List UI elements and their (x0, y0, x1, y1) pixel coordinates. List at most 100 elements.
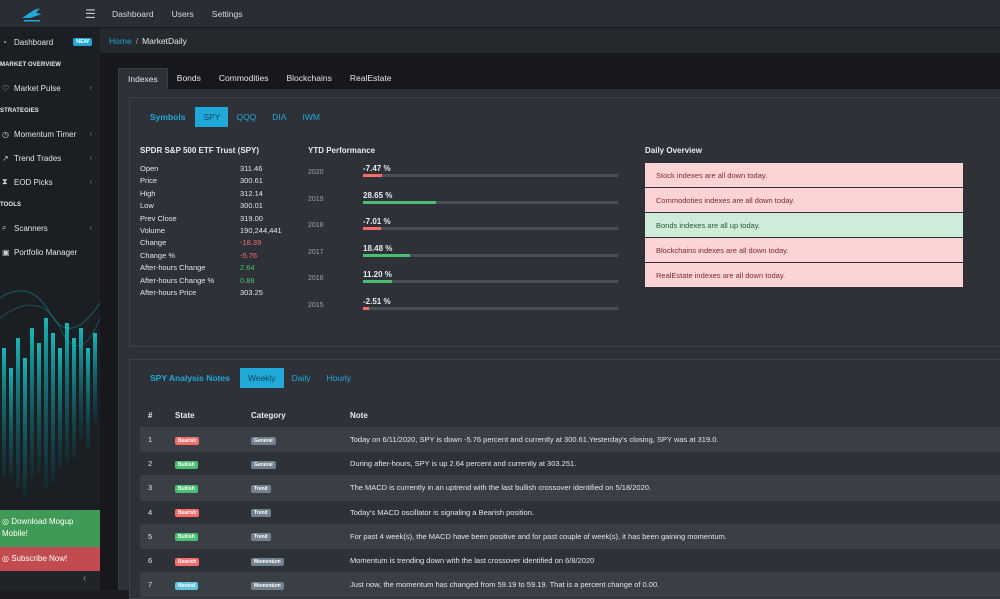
stat-row: Low 300.01 (140, 201, 275, 213)
new-badge: NEW (73, 38, 92, 46)
period-pill-weekly[interactable]: Weekly (239, 368, 284, 388)
stat-value: 300.61 (240, 176, 263, 186)
table-row[interactable]: 7 Neutral Momentum Just now, the momentum h… (140, 573, 1000, 598)
sidebar-header-strategies: STRATEGIES (0, 108, 39, 114)
stat-key: Prev Close (140, 213, 177, 223)
row-num: 5 (148, 531, 153, 541)
row-category: Trend (251, 531, 350, 542)
chevron-left-icon: ‹ (89, 224, 92, 232)
category-badge: Momentum (251, 557, 284, 566)
chevron-left-icon[interactable]: ‹ (83, 573, 86, 584)
ytd-progress-fill (363, 227, 381, 231)
chevron-left-icon: ‹ (89, 154, 92, 162)
category-badge: Momentum (251, 581, 284, 590)
tab-commodities[interactable]: Commodities (210, 68, 278, 89)
sidebar-item-momentum-timer[interactable]: ◷ Momentum Timer ‹ (0, 122, 100, 146)
topnav-users[interactable]: Users (172, 9, 194, 19)
stat-row: After-hours Change 2.64 (140, 263, 275, 275)
row-num: 2 (148, 459, 153, 469)
clock-icon: ◷ (2, 129, 9, 139)
symbol-pill-qqq[interactable]: QQQ (228, 107, 264, 127)
header-note[interactable]: Note (350, 411, 1000, 420)
stat-key: Price (140, 176, 158, 186)
ytd-title: YTD Performance (308, 146, 376, 155)
period-pill-hourly[interactable]: Hourly (318, 368, 359, 388)
ytd-performance: 2020 -7.47 % 2019 28.65 % 2018 -7.01 % 2017 18.… (308, 163, 623, 323)
breadcrumb-separator: / (135, 36, 139, 46)
ytd-percent: -2.51 % (363, 296, 391, 306)
tab-blockchains[interactable]: Blockchains (278, 68, 341, 89)
ytd-progress-track (363, 253, 618, 257)
ytd-progress-fill (363, 174, 383, 177)
menu-toggle-icon[interactable]: ☰ (85, 7, 99, 21)
ytd-progress-track (363, 306, 618, 310)
ytd-progress-fill (363, 280, 392, 284)
chevron-left-icon: ‹ (89, 178, 92, 186)
tab-bonds[interactable]: Bonds (168, 68, 210, 89)
stat-value: 319.00 (240, 213, 263, 223)
state-badge: Bullish (175, 484, 198, 493)
breadcrumb: Home / MarketDaily (109, 36, 187, 46)
breadcrumb-home[interactable]: Home (109, 36, 132, 46)
symbol-pill-iwm[interactable]: IWM (294, 107, 327, 127)
stat-value: 311.46 (240, 164, 263, 173)
topnav-dashboard[interactable]: Dashboard (112, 9, 154, 19)
state-badge: Bearish (175, 557, 200, 566)
ytd-row: 2018 -7.01 % (308, 216, 623, 243)
sidebar-collapse[interactable]: ‹ (0, 571, 100, 590)
sidebar-item-label: Scanners (14, 223, 48, 233)
tab-realestate[interactable]: RealEstate (341, 68, 401, 89)
table-body: 1 Bearish General Today on 6/11/2020, SPY i… (140, 428, 1000, 598)
daily-overview-alert: Commodoties indexes are all down today. (645, 188, 963, 213)
ytd-percent: -7.47 % (363, 164, 391, 173)
table-row[interactable]: 2 Bullish General During after-hours, SPY i… (140, 452, 1000, 477)
chevron-left-icon: ‹ (89, 84, 92, 92)
row-state: Bearish (175, 556, 251, 566)
stock-stats: Open 311.46 Price 300.61 High 312.14 Low 300.01… (140, 164, 282, 300)
table-row[interactable]: 3 Bullish Trend The MACD is currently in an… (140, 476, 1000, 501)
row-category: General (251, 459, 350, 469)
mogup-logo[interactable] (12, 4, 52, 24)
download-mobile-button[interactable]: ◎ Download Mogup Mobile! (0, 510, 100, 547)
row-category: Trend (251, 507, 350, 518)
symbol-pill-dia[interactable]: DIA (264, 107, 294, 127)
row-note: Just now, the momentum has changed from … (350, 580, 660, 590)
table-row[interactable]: 5 Bullish Trend For past 4 week(s), the MAC… (140, 524, 1000, 549)
daily-overview-alert: Bonds indexes are all up today. (645, 213, 963, 238)
sidebar-item-trend-trades[interactable]: ↗ Trend Trades ‹ (0, 146, 100, 170)
chevron-left-icon: ‹ (89, 130, 92, 138)
topnav-settings[interactable]: Settings (212, 9, 243, 19)
sidebar-item-market-pulse[interactable]: ♡ Market Pulse ‹ (0, 76, 100, 100)
sidebar-item-eod-picks[interactable]: ⧗ EOD Picks ‹ (0, 170, 100, 194)
stat-row: Open 311.46 (140, 164, 275, 176)
row-state: Bullish (175, 531, 251, 542)
breadcrumb-bar: Home / MarketDaily (100, 28, 1000, 54)
ytd-percent: 11.20 % (363, 270, 392, 280)
analysis-notes-card: SPY Analysis Notes Weekly Daily Hourly #… (129, 359, 1000, 599)
subscribe-button[interactable]: ◎ Subscribe Now! (0, 547, 100, 571)
stat-value: 303.25 (240, 287, 263, 297)
stat-key: After-hours Change (140, 263, 206, 273)
ytd-row: 2019 28.65 % (308, 190, 623, 217)
table-row[interactable]: 1 Bearish General Today on 6/11/2020, SPY i… (140, 428, 1000, 453)
stat-key: After-hours Change % (140, 275, 215, 285)
sidebar-item-dashboard[interactable]: ◔ Dashboard NEW (0, 30, 100, 54)
category-badge: Trend (251, 509, 271, 518)
symbol-pill-spy[interactable]: SPY (195, 107, 229, 127)
stat-value: -18.39 (240, 238, 262, 248)
table-row[interactable]: 6 Bearish Momentum Momentum is trending dow… (140, 549, 1000, 574)
table-row[interactable]: 4 Bearish Trend Today's MACD oscillator is … (140, 501, 1000, 525)
ytd-progress-track (363, 200, 618, 204)
period-pill-daily[interactable]: Daily (284, 368, 319, 388)
sidebar-item-label: Trend Trades (14, 153, 62, 163)
daily-overview-list: Stock indexes are all down today. Commodo… (645, 163, 963, 288)
sidebar-item-label: Dashboard (14, 37, 54, 47)
sidebar-item-scanners[interactable]: ⌕ Scanners ‹ (0, 216, 100, 240)
header-num[interactable]: # (140, 411, 175, 420)
header-category[interactable]: Category (251, 411, 350, 420)
tab-indexes[interactable]: Indexes (118, 68, 168, 89)
ytd-percent: -7.01 % (363, 217, 391, 227)
ytd-row: 2015 -2.51 % (308, 296, 623, 323)
header-state[interactable]: State (175, 411, 251, 420)
symbol-pills: Symbols SPY QQQ DIA IWM (140, 107, 328, 127)
